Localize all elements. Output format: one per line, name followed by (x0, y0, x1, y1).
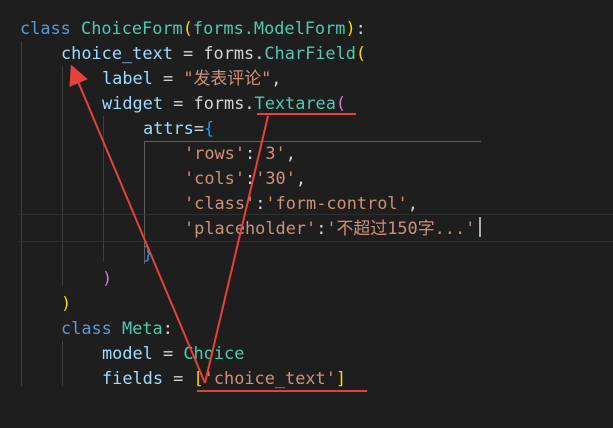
annotation-overlay (69, 64, 367, 392)
code-editor[interactable]: class ChoiceForm(forms.ModelForm): choic… (0, 0, 613, 428)
arrow-to-choice-text (69, 64, 206, 384)
line-to-textarea (204, 115, 269, 384)
